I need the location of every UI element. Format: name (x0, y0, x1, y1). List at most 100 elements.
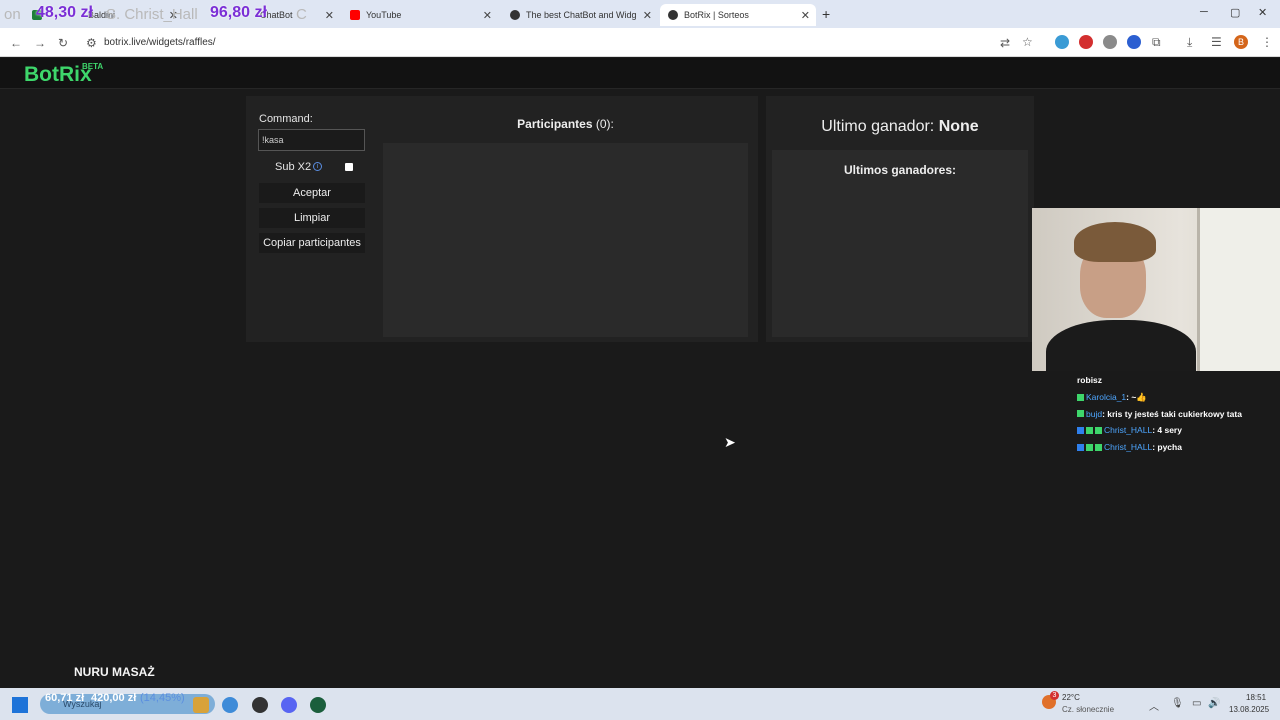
minimize-icon[interactable]: ─ (1200, 6, 1208, 18)
chat-message: Karolcia_1 : ~👍 (1077, 389, 1277, 406)
chat-user: Christ_HALL (1104, 442, 1153, 453)
sub-x2-checkbox[interactable] (345, 163, 353, 171)
reload-icon[interactable]: ↻ (58, 36, 68, 50)
chrome-icon[interactable] (222, 697, 238, 713)
tab-label: BotRix | Sorteos (684, 10, 749, 20)
reading-list-icon[interactable]: ☰ (1211, 35, 1222, 49)
command-label: Command: (259, 113, 313, 125)
forward-icon[interactable]: → (34, 36, 46, 50)
tab-label: YouTube (366, 10, 402, 20)
last-winners-list (772, 150, 1028, 337)
youtube-icon (350, 10, 360, 20)
chat-text: : 4 sery (1152, 425, 1182, 436)
close-icon[interactable]: ✕ (325, 9, 334, 22)
overlay-prefix: on (4, 6, 21, 23)
overlay-suffix: C (296, 6, 307, 23)
weather-temp: 22°C (1062, 693, 1080, 702)
chat-text: : ~👍 (1126, 391, 1147, 402)
tab-botrix-sorteos[interactable]: BotRix | Sorteos ✕ (660, 4, 816, 26)
command-input[interactable] (258, 129, 365, 151)
chat-message: robisz (1077, 372, 1277, 389)
overlay-price-3: (14,45%) (140, 692, 185, 704)
participants-count: (0): (595, 117, 614, 131)
webcam-feed (1032, 208, 1280, 371)
badge-icon (1077, 393, 1084, 401)
chat-message: Christ_HALL : pycha (1077, 439, 1277, 456)
windows-start-icon[interactable] (12, 697, 28, 713)
tab-label: The best ChatBot and Widgets (526, 10, 636, 20)
accept-button[interactable]: Aceptar (259, 183, 365, 203)
app-icon[interactable] (310, 697, 326, 713)
back-icon[interactable]: ← (10, 36, 22, 50)
extension-icon[interactable] (1055, 35, 1069, 49)
url-field[interactable]: botrix.live/widgets/raffles/ (104, 37, 216, 48)
extension-icon[interactable] (1127, 35, 1141, 49)
participants-list[interactable] (383, 143, 748, 337)
discord-icon[interactable] (281, 697, 297, 713)
overlay-amount-2: 96,80 zł (210, 4, 267, 21)
shield-icon[interactable] (1103, 35, 1117, 49)
avatar[interactable]: B (1234, 35, 1248, 49)
botrix-icon (668, 10, 678, 20)
maximize-icon[interactable]: ▢ (1230, 6, 1240, 19)
tab-botrix-home[interactable]: The best ChatBot and Widgets ✕ (502, 4, 658, 26)
badge-icon (1086, 443, 1093, 451)
site-header (0, 58, 1280, 89)
participants-title: Participantes (0): (383, 117, 748, 131)
clear-button[interactable]: Limpiar (259, 208, 365, 228)
chat-user: Karolcia_1 (1086, 392, 1127, 403)
overlay-price-1: 60,71 zł (45, 692, 85, 704)
badge-icon (1077, 410, 1084, 418)
sub-x2-label: Sub X2 (275, 161, 312, 173)
chat-message: Christ_HALL : 4 sery (1077, 422, 1277, 439)
chat-text: : pycha (1152, 442, 1182, 453)
chat-text: : kris ty jesteś taki cukierkowy tata (1102, 408, 1242, 419)
close-window-icon[interactable]: ✕ (1258, 6, 1267, 19)
overlay-name: S. Christ_Hall (106, 6, 198, 23)
last-winner-label: Ultimo ganador: (821, 118, 935, 135)
last-winner-value: None (938, 118, 979, 135)
volume-icon[interactable]: 🔊 (1208, 698, 1220, 709)
menu-dots-icon[interactable]: ⋮ (1261, 35, 1273, 49)
webcam-background (1197, 208, 1280, 371)
last-winner: Ultimo ganador: None (772, 118, 1028, 136)
chat-text: robisz (1077, 375, 1103, 386)
tab-youtube[interactable]: YouTube ✕ (342, 4, 498, 26)
badge-icon (1077, 443, 1084, 451)
display-icon[interactable]: ▭ (1192, 698, 1201, 709)
notification-badge: 3 (1050, 691, 1059, 700)
chat-user: Christ_HALL (1104, 425, 1153, 436)
info-icon[interactable]: i (313, 162, 322, 171)
last-winners-title: Ultimos ganadores: (843, 163, 957, 177)
botrix-icon (510, 10, 520, 20)
overlay-price-2: 420,00 zł (91, 692, 137, 704)
mouse-cursor-icon: ➤ (724, 434, 736, 450)
extension-icon[interactable] (1079, 35, 1093, 49)
file-explorer-icon[interactable] (193, 697, 209, 713)
obs-icon[interactable] (252, 697, 268, 713)
download-icon[interactable]: ⤓ (1187, 35, 1192, 50)
site-info-icon[interactable]: ⚙ (86, 36, 97, 50)
clock-date[interactable]: 13.08.2025 (1229, 705, 1269, 714)
chat-message: bujd : kris ty jesteś taki cukierkowy ta… (1077, 405, 1277, 422)
webcam-person-body (1046, 320, 1196, 371)
microphone-icon[interactable]: 🎙 (1171, 698, 1184, 709)
chat-overlay: robisz Karolcia_1 : ~👍 bujd : kris ty je… (1077, 372, 1277, 455)
weather-desc: Cz. słonecznie (1062, 705, 1115, 714)
copy-participants-button[interactable]: Copiar participantes (259, 233, 365, 253)
close-icon[interactable]: ✕ (483, 9, 492, 22)
bookmark-star-icon[interactable]: ☆ (1022, 35, 1033, 49)
screen: Baldini ✕ ChatBot ✕ YouTube ✕ The best C… (0, 0, 1280, 720)
new-tab-button[interactable]: + (822, 6, 830, 22)
badge-icon (1095, 443, 1102, 451)
clock-time[interactable]: 18:51 (1246, 693, 1266, 702)
badge-icon (1077, 426, 1084, 434)
translate-icon[interactable]: ⇄ (1000, 36, 1010, 50)
stream-overlay-caption: NURU MASAŻ (74, 665, 155, 679)
badge-icon (1086, 426, 1093, 434)
beta-badge: BETA (82, 62, 104, 71)
puzzle-icon[interactable]: ⧉ (1152, 35, 1161, 50)
tray-chevron-icon[interactable]: ︿ (1149, 698, 1159, 713)
close-icon[interactable]: ✕ (643, 9, 652, 22)
close-icon[interactable]: ✕ (801, 9, 810, 22)
